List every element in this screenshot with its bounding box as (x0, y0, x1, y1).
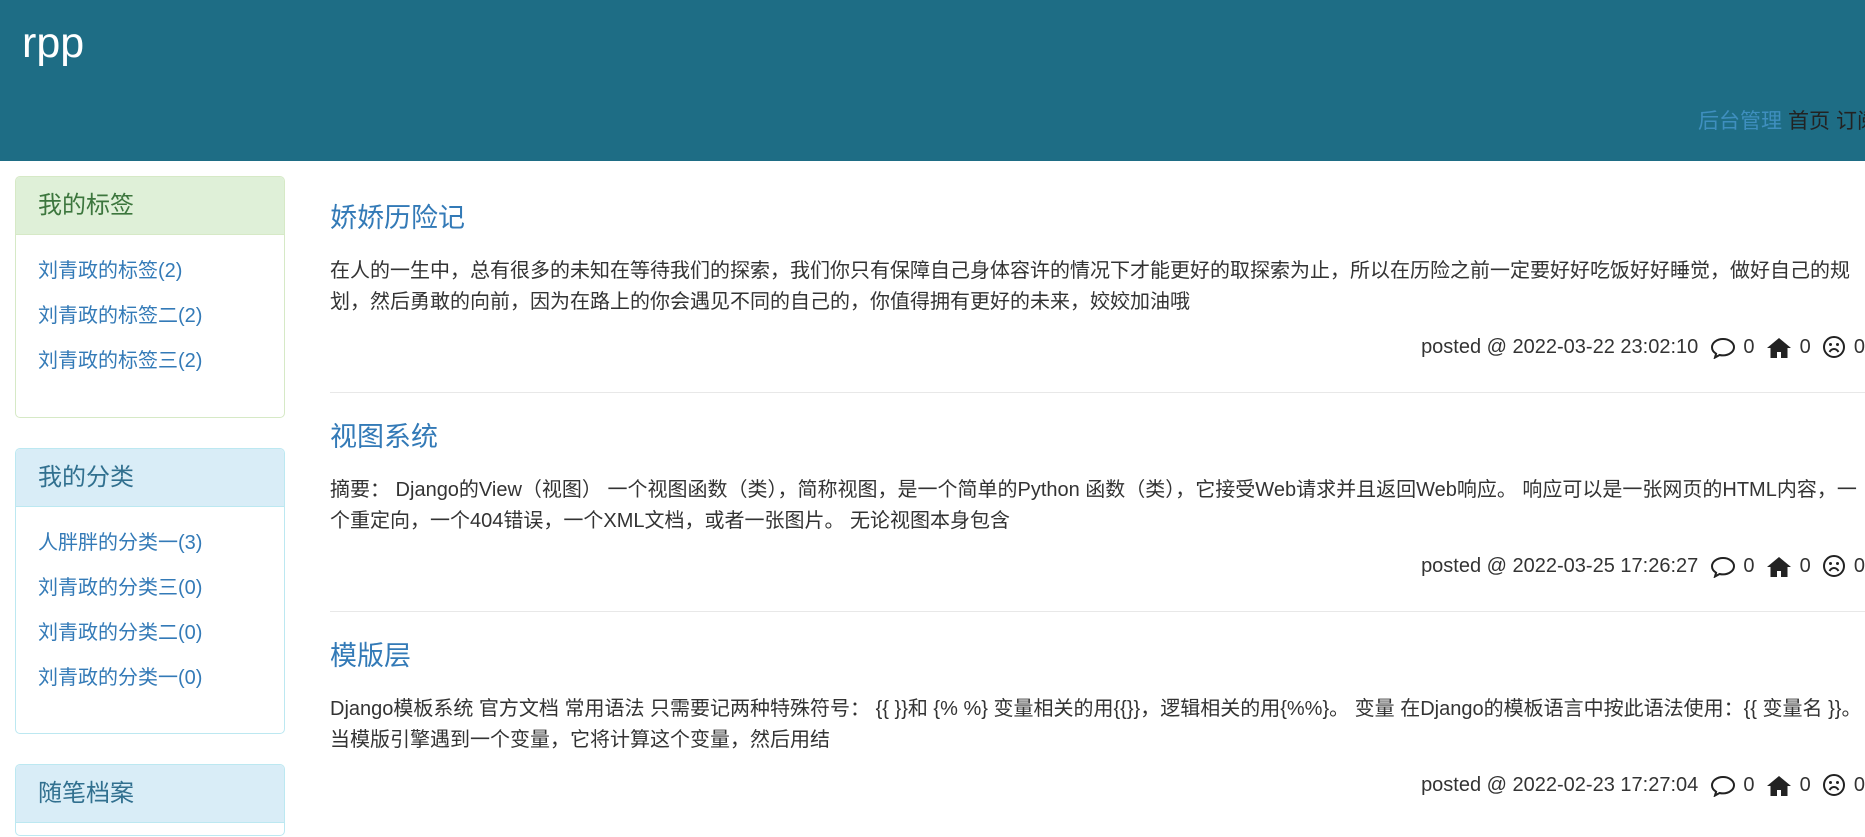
nav-home-link[interactable]: 首页 (1788, 110, 1830, 133)
categories-list: 人胖胖的分类一(3) 刘青政的分类三(0) 刘青政的分类二(0) 刘青政的分类一… (16, 507, 284, 701)
archive-panel: 随笔档案 (15, 764, 285, 836)
post-summary: 在人的一生中，总有很多的未知在等待我们的探索，我们你只有保障自己身体容许的情况下… (330, 260, 1850, 313)
post-item: 模版层 Django模板系统 官方文档 常用语法 只需要记两种特殊符号： {{ … (330, 618, 1865, 837)
category-link[interactable]: 刘青政的分类二(0) (38, 611, 284, 656)
home-icon (1767, 557, 1792, 577)
home-icon (1767, 338, 1792, 358)
category-link[interactable]: 刘青政的分类一(0) (38, 656, 284, 701)
post-meta: posted @ 2022-02-23 17:27:04 0 0 0 (1421, 770, 1865, 800)
home-icon (1767, 776, 1792, 796)
tag-link[interactable]: 刘青政的标签(2) (38, 249, 284, 294)
comment-count: 0 (1743, 555, 1755, 577)
tags-list: 刘青政的标签(2) 刘青政的标签二(2) 刘青政的标签三(2) (16, 235, 284, 384)
post-summary: 摘要： Django的View（视图） 一个视图函数（类），简称视图，是一个简单… (330, 479, 1857, 532)
frown-icon (1823, 336, 1846, 358)
comment-icon (1710, 337, 1735, 360)
site-header: rpp 后台管理首页订阅 (0, 0, 1865, 161)
post-item: 娇娇历险记 在人的一生中，总有很多的未知在等待我们的探索，我们你只有保障自己身体… (330, 180, 1865, 399)
tag-link[interactable]: 刘青政的标签二(2) (38, 294, 284, 339)
post-title-link[interactable]: 视图系统 (330, 419, 438, 455)
post-title-link[interactable]: 娇娇历险记 (330, 200, 465, 236)
post-divider (330, 611, 1865, 612)
dislike-count: 0 (1853, 555, 1865, 577)
comment-count: 0 (1743, 336, 1755, 358)
post-meta: posted @ 2022-03-25 17:26:27 0 0 0 (1421, 551, 1865, 581)
category-link[interactable]: 刘青政的分类三(0) (38, 566, 284, 611)
post-summary: Django模板系统 官方文档 常用语法 只需要记两种特殊符号： {{ }}和 … (330, 698, 1862, 751)
frown-icon (1823, 774, 1846, 796)
like-count: 0 (1799, 336, 1811, 358)
dislike-count: 0 (1853, 774, 1865, 796)
post-date: posted @ 2022-02-23 17:27:04 (1421, 774, 1699, 796)
post-date: posted @ 2022-03-22 23:02:10 (1421, 336, 1699, 358)
categories-panel: 我的分类 人胖胖的分类一(3) 刘青政的分类三(0) 刘青政的分类二(0) 刘青… (15, 448, 285, 734)
archive-panel-title: 随笔档案 (16, 765, 284, 823)
comment-icon (1710, 556, 1735, 579)
post-divider (330, 392, 1865, 393)
tags-panel: 我的标签 刘青政的标签(2) 刘青政的标签二(2) 刘青政的标签三(2) (15, 176, 285, 418)
nav-admin-link[interactable]: 后台管理 (1698, 110, 1782, 133)
post-list: 娇娇历险记 在人的一生中，总有很多的未知在等待我们的探索，我们你只有保障自己身体… (330, 180, 1865, 837)
tags-panel-title: 我的标签 (16, 177, 284, 235)
tag-link[interactable]: 刘青政的标签三(2) (38, 339, 284, 384)
post-item: 视图系统 摘要： Django的View（视图） 一个视图函数（类），简称视图，… (330, 399, 1865, 618)
like-count: 0 (1799, 774, 1811, 796)
category-link[interactable]: 人胖胖的分类一(3) (38, 521, 284, 566)
dislike-count: 0 (1853, 336, 1865, 358)
site-title[interactable]: rpp (22, 18, 84, 68)
like-count: 0 (1799, 555, 1811, 577)
post-meta: posted @ 2022-03-22 23:02:10 0 0 0 (1421, 332, 1865, 362)
comment-count: 0 (1743, 774, 1755, 796)
post-date: posted @ 2022-03-25 17:26:27 (1421, 555, 1699, 577)
comment-icon (1710, 775, 1735, 798)
categories-panel-title: 我的分类 (16, 449, 284, 507)
frown-icon (1823, 555, 1846, 577)
nav-subscribe-link[interactable]: 订阅 (1836, 110, 1865, 133)
top-nav: 后台管理首页订阅 (1698, 105, 1865, 135)
post-title-link[interactable]: 模版层 (330, 638, 411, 674)
